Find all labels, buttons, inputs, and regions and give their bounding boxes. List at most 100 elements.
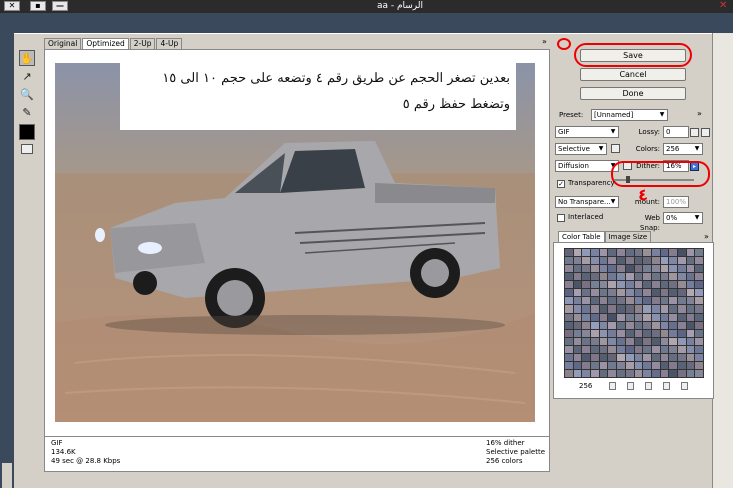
color-swatch[interactable] — [651, 369, 660, 377]
color-swatch[interactable] — [565, 353, 573, 361]
color-swatch[interactable] — [660, 321, 669, 329]
color-swatch[interactable] — [643, 249, 651, 257]
color-swatch[interactable] — [669, 297, 677, 305]
color-swatch[interactable] — [625, 249, 634, 257]
color-swatch[interactable] — [651, 249, 660, 257]
color-swatch[interactable] — [599, 369, 608, 377]
color-swatch[interactable] — [643, 353, 651, 361]
close-window-button[interactable]: ✕ — [4, 1, 20, 11]
color-swatch[interactable] — [617, 353, 625, 361]
color-swatch[interactable] — [651, 329, 660, 337]
color-swatch[interactable] — [565, 361, 573, 369]
amount-input[interactable]: 100% — [663, 196, 689, 208]
color-swatch[interactable] — [608, 353, 617, 361]
color-swatch[interactable] — [634, 337, 643, 345]
format-select[interactable]: GIF ▼ — [555, 126, 619, 138]
color-swatch[interactable] — [669, 257, 677, 265]
color-swatch[interactable] — [591, 337, 599, 345]
color-swatch[interactable] — [660, 313, 669, 321]
color-swatch[interactable] — [573, 265, 582, 273]
color-swatch[interactable] — [591, 257, 599, 265]
color-swatch[interactable] — [651, 297, 660, 305]
color-swatch[interactable] — [591, 281, 599, 289]
color-swatch[interactable] — [634, 361, 643, 369]
color-swatch[interactable] — [591, 249, 599, 257]
color-table-menu-icon[interactable]: » — [704, 232, 709, 241]
map-color-icon[interactable] — [609, 382, 616, 390]
color-swatch[interactable] — [625, 313, 634, 321]
color-swatch[interactable] — [582, 321, 591, 329]
color-swatch[interactable] — [686, 273, 695, 281]
color-swatch[interactable] — [634, 273, 643, 281]
color-swatch[interactable] — [677, 289, 686, 297]
colors-select[interactable]: 256 ▼ — [663, 143, 703, 155]
color-swatch[interactable] — [651, 281, 660, 289]
color-swatch[interactable] — [582, 265, 591, 273]
color-swatch[interactable] — [573, 313, 582, 321]
color-swatch[interactable] — [677, 321, 686, 329]
color-swatch[interactable] — [565, 265, 573, 273]
color-swatch[interactable] — [582, 273, 591, 281]
color-swatch[interactable] — [599, 281, 608, 289]
color-swatch[interactable] — [669, 313, 677, 321]
color-swatch[interactable] — [669, 345, 677, 353]
color-swatch[interactable] — [660, 297, 669, 305]
color-swatch[interactable] — [591, 313, 599, 321]
color-swatch[interactable] — [617, 289, 625, 297]
color-swatch[interactable] — [643, 313, 651, 321]
color-swatch[interactable] — [565, 273, 573, 281]
color-swatch[interactable] — [608, 329, 617, 337]
color-swatch[interactable] — [651, 337, 660, 345]
color-table-grid[interactable] — [564, 248, 704, 378]
color-swatch[interactable] — [582, 297, 591, 305]
color-swatch[interactable] — [625, 289, 634, 297]
color-swatch[interactable] — [695, 329, 703, 337]
lossy-mask-icon[interactable] — [701, 128, 710, 137]
color-swatch[interactable] — [617, 369, 625, 377]
color-swatch[interactable] — [565, 321, 573, 329]
lock-color-icon[interactable] — [645, 382, 652, 390]
color-swatch[interactable] — [573, 361, 582, 369]
color-swatch[interactable] — [695, 361, 703, 369]
color-swatch[interactable] — [686, 265, 695, 273]
color-swatch[interactable] — [591, 321, 599, 329]
color-swatch[interactable] — [677, 329, 686, 337]
color-swatch[interactable] — [591, 289, 599, 297]
color-swatch[interactable] — [669, 361, 677, 369]
color-swatch[interactable] — [634, 249, 643, 257]
color-swatch[interactable] — [608, 281, 617, 289]
color-swatch[interactable] — [582, 257, 591, 265]
preset-select[interactable]: [Unnamed] ▼ — [591, 109, 668, 121]
color-swatch[interactable] — [651, 305, 660, 313]
color-swatch[interactable] — [695, 273, 703, 281]
color-swatch[interactable] — [677, 337, 686, 345]
color-swatch[interactable] — [599, 329, 608, 337]
color-swatch[interactable] — [617, 329, 625, 337]
color-swatch[interactable] — [582, 361, 591, 369]
color-swatch[interactable] — [582, 369, 591, 377]
color-swatch[interactable] — [634, 329, 643, 337]
color-swatch[interactable] — [643, 345, 651, 353]
delete-color-icon[interactable] — [681, 382, 688, 390]
color-swatch[interactable] — [582, 345, 591, 353]
color-swatch[interactable] — [669, 265, 677, 273]
color-swatch[interactable] — [686, 289, 695, 297]
color-swatch[interactable] — [677, 257, 686, 265]
color-swatch[interactable] — [677, 313, 686, 321]
hand-icon[interactable]: ✋ — [19, 50, 35, 66]
color-swatch[interactable] — [651, 265, 660, 273]
color-swatch[interactable] — [677, 369, 686, 377]
color-swatch[interactable] — [634, 313, 643, 321]
color-swatch[interactable] — [573, 305, 582, 313]
color-swatch[interactable] — [643, 281, 651, 289]
cancel-button[interactable]: Cancel — [580, 68, 686, 81]
matte-select[interactable]: No Transpare... ▼ — [555, 196, 619, 208]
color-swatch[interactable] — [686, 353, 695, 361]
add-color-icon[interactable] — [663, 382, 670, 390]
color-swatch[interactable] — [643, 337, 651, 345]
color-swatch[interactable] — [677, 273, 686, 281]
minimize-window-button[interactable]: — — [52, 1, 68, 11]
color-swatch[interactable] — [669, 249, 677, 257]
palette-mask-icon[interactable] — [611, 144, 620, 153]
done-button[interactable]: Done — [580, 87, 686, 100]
